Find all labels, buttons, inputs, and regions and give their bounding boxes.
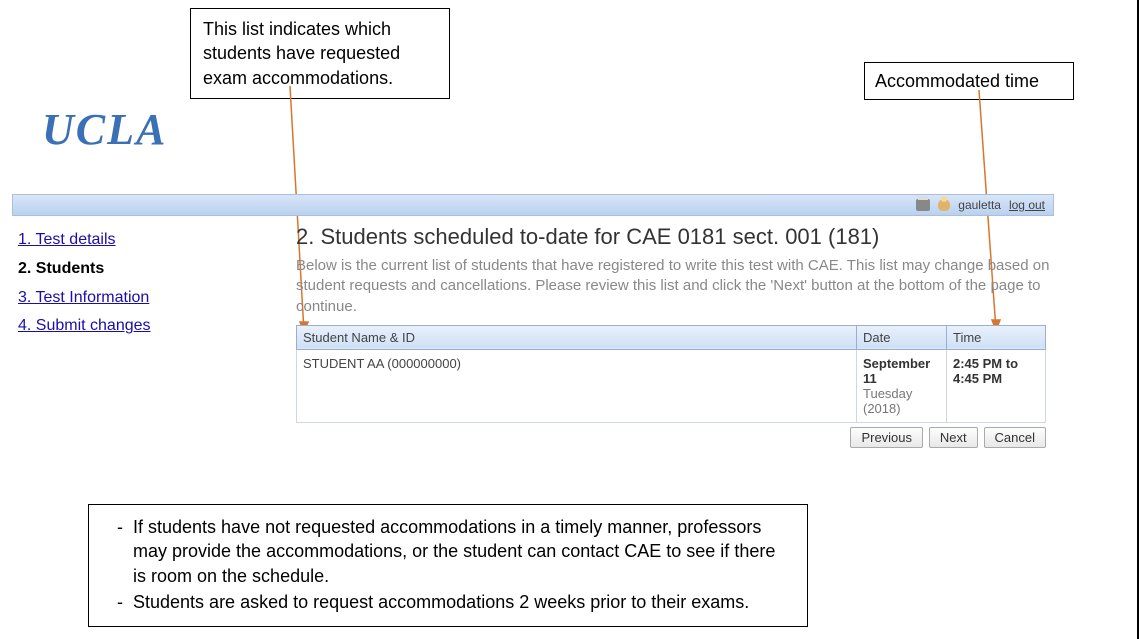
cell-date: September 11 Tuesday (2018) (857, 349, 947, 422)
students-table: Student Name & ID Date Time STUDENT AA (… (296, 325, 1046, 423)
ucla-logo: UCLA (42, 104, 167, 155)
table-row: STUDENT AA (000000000) September 11 Tues… (297, 349, 1046, 422)
cancel-button[interactable]: Cancel (984, 427, 1046, 448)
note-item: - If students have not requested accommo… (117, 515, 791, 588)
col-time: Time (947, 325, 1046, 349)
col-date: Date (857, 325, 947, 349)
cell-date-main: September 11 (863, 356, 930, 386)
cell-name: STUDENT AA (000000000) (297, 349, 857, 422)
logout-link[interactable]: log out (1009, 198, 1045, 212)
col-name: Student Name & ID (297, 325, 857, 349)
sidebar-item-test-details[interactable]: 1. Test details (18, 226, 278, 255)
page-title: 2. Students scheduled to-date for CAE 01… (296, 224, 1052, 250)
username-label: gauletta (958, 198, 1001, 212)
page-description: Below is the current list of students th… (296, 256, 1052, 317)
topbar: gauletta log out (12, 194, 1054, 216)
note-text: If students have not requested accommoda… (133, 517, 775, 586)
cell-date-sub: Tuesday (2018) (863, 386, 912, 416)
cell-time: 2:45 PM to 4:45 PM (947, 349, 1046, 422)
sidebar-item-students[interactable]: 2. Students (18, 255, 278, 284)
sidebar-item-test-information[interactable]: 3. Test Information (18, 284, 278, 313)
sidebar: 1. Test details 2. Students 3. Test Info… (12, 216, 288, 448)
main-panel: 2. Students scheduled to-date for CAE 01… (288, 216, 1054, 448)
sidebar-item-submit-changes[interactable]: 4. Submit changes (18, 312, 278, 341)
note-item: - Students are asked to request accommod… (117, 590, 791, 614)
action-buttons: Previous Next Cancel (296, 427, 1046, 448)
next-button[interactable]: Next (929, 427, 978, 448)
callout-time-note: Accommodated time (864, 62, 1074, 100)
app-container: gauletta log out 1. Test details 2. Stud… (12, 194, 1054, 448)
callout-list-note: This list indicates which students have … (190, 8, 450, 99)
previous-button[interactable]: Previous (850, 427, 923, 448)
print-icon[interactable] (916, 199, 930, 211)
notes-callout: - If students have not requested accommo… (88, 504, 808, 627)
note-text: Students are asked to request accommodat… (133, 592, 749, 612)
user-icon (938, 199, 950, 211)
